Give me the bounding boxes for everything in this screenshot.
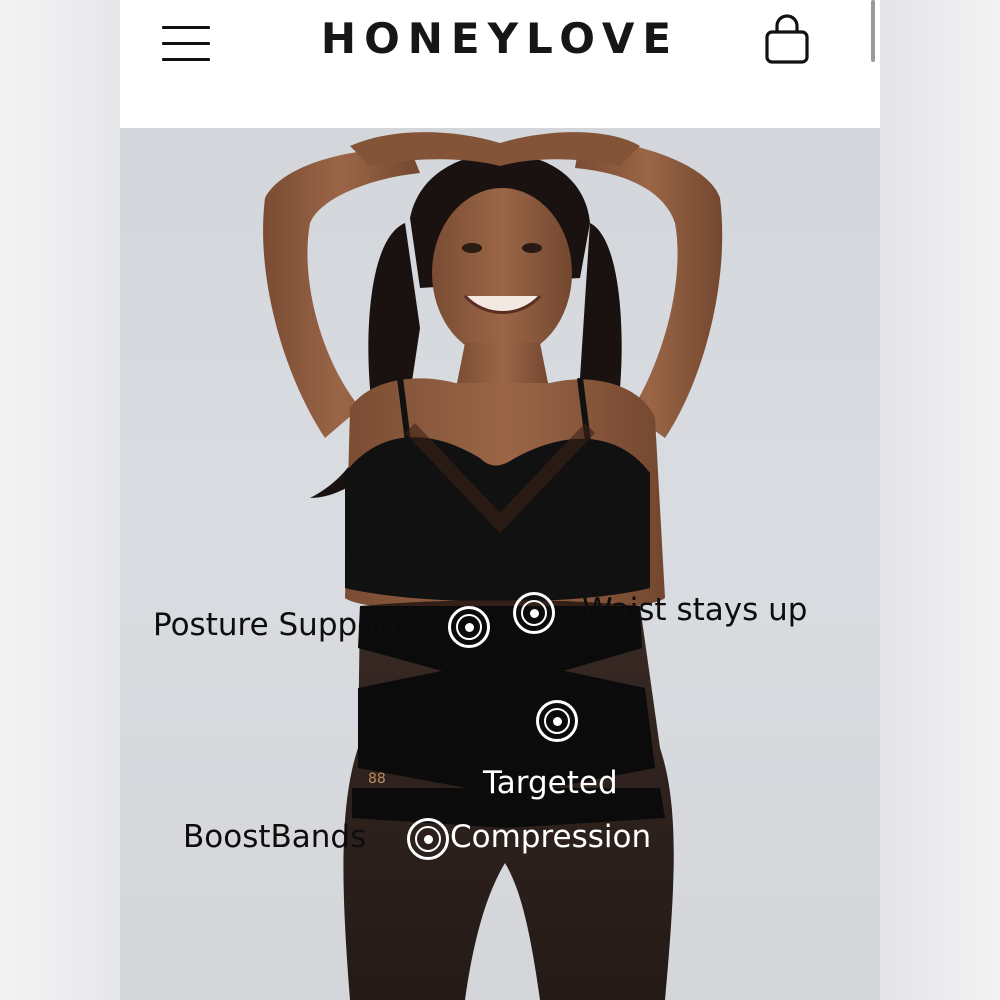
- model-illustration: 88: [263, 132, 723, 1000]
- shopping-bag-icon[interactable]: [762, 12, 812, 68]
- waist-stays-up-hotspot-icon[interactable]: [513, 592, 555, 634]
- scrollbar-thumb[interactable]: [871, 0, 875, 62]
- targeted-compression-hotspot-icon[interactable]: [536, 700, 578, 742]
- hamburger-menu-icon[interactable]: [162, 24, 212, 64]
- posture-support-hotspot-icon[interactable]: [448, 606, 490, 648]
- top-navigation-bar: HONEYLOVE: [120, 0, 880, 128]
- hero-product-image: 88 Posture Support Waist stays up Target…: [120, 128, 880, 1000]
- hotspot-label-compression: Compression: [450, 819, 652, 855]
- mobile-screen: HONEYLOVE 88 Posture Support Waist stays…: [120, 0, 880, 1000]
- svg-text:88: 88: [368, 771, 386, 787]
- right-background-margin: [880, 0, 1000, 1000]
- hotspot-label-posture-support: Posture Support: [153, 607, 402, 643]
- hotspot-label-waist-stays-up: Waist stays up: [582, 592, 808, 628]
- left-background-margin: [0, 0, 120, 1000]
- hotspot-label-targeted: Targeted: [483, 765, 618, 801]
- brand-logo[interactable]: HONEYLOVE: [270, 14, 730, 63]
- boostbands-hotspot-icon[interactable]: [407, 818, 449, 860]
- hotspot-label-boostbands: BoostBands: [183, 819, 367, 855]
